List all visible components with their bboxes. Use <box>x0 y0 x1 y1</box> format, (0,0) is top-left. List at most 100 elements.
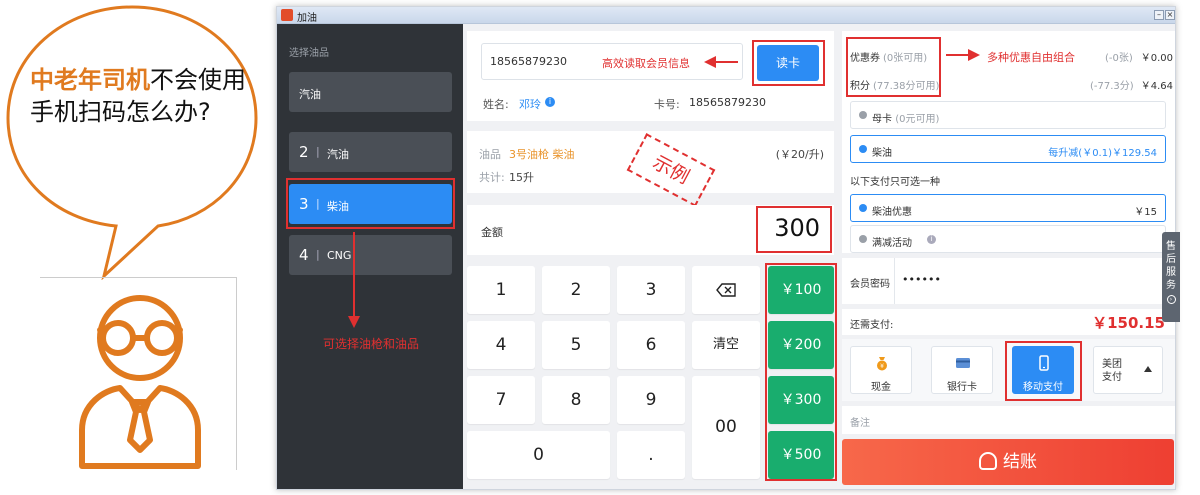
fuel-item-num: 2 <box>299 143 309 161</box>
password-label: 会员密码 <box>850 279 890 290</box>
clear-key[interactable]: 清空 <box>692 321 760 369</box>
checkout-button[interactable]: 结账 <box>842 439 1174 485</box>
divider <box>894 258 895 304</box>
option-value: ￥15 <box>1134 207 1157 218</box>
card-no-value: 18565879230 <box>689 96 766 109</box>
info-icon[interactable]: i <box>545 97 555 107</box>
backspace-icon <box>716 283 736 297</box>
stage: 中老年司机不会使用手机扫码怎么办? 加油 – × 选择油品 汽油 2 | 汽油 … <box>0 0 1200 495</box>
checkout-icon <box>979 452 997 470</box>
after-sales-tab[interactable]: 售 后 服 务 › <box>1162 232 1180 322</box>
cash-bag-icon: ¥ <box>877 357 887 371</box>
fuel-highlight-box <box>286 178 455 229</box>
service-tab-char: 务 <box>1166 280 1176 291</box>
fuel-info-label: 油品 <box>479 148 501 161</box>
key-6[interactable]: 6 <box>617 321 685 369</box>
due-value: ￥150.15 <box>1092 314 1165 332</box>
key-2[interactable]: 2 <box>542 266 610 314</box>
radio-icon <box>859 111 867 119</box>
points-amount: ￥4.64 <box>1140 81 1173 92</box>
fuel-panel: 选择油品 汽油 2 | 汽油 3 | 柴油 4 | CNG 可选择油枪和油品 <box>277 24 463 489</box>
title-bar: 加油 – × <box>277 7 1175 24</box>
fuel-total-value: 15升 <box>509 171 534 184</box>
due-row: 还需支付: ￥150.15 <box>842 309 1175 335</box>
svg-text:¥: ¥ <box>880 363 884 370</box>
option-value: 每升减(￥0.1)￥129.54 <box>1048 148 1157 159</box>
option-label: 母卡 (0元可用) <box>872 114 940 125</box>
option-diesel-card[interactable]: 柴油 每升减(￥0.1)￥129.54 <box>850 135 1166 163</box>
option-label: 柴油优惠 <box>872 207 912 218</box>
exclusive-caption: 以下支付只可选一种 <box>850 177 940 188</box>
member-phone-value: 18565879230 <box>490 55 567 68</box>
backspace-key[interactable] <box>692 266 760 314</box>
key-dot[interactable]: . <box>617 431 685 479</box>
meituan-label: 美团 支付 <box>1102 359 1122 383</box>
member-name-label: 姓名: <box>483 98 509 111</box>
speech-bubble <box>6 5 258 280</box>
remark-row: 备注 <box>842 406 1175 434</box>
amount-label: 金额 <box>481 226 503 239</box>
due-label: 还需支付: <box>850 320 894 331</box>
driver-avatar-icon <box>79 295 201 469</box>
fuel-item-sep: | <box>316 145 320 158</box>
fuel-item-1[interactable]: 汽油 <box>289 72 452 112</box>
option-label: 满减活动 <box>872 238 912 249</box>
service-tab-char: 服 <box>1166 267 1176 278</box>
pay-bankcard-button[interactable]: 银行卡 <box>931 346 993 394</box>
member-card: 18565879230 高效读取会员信息 读卡 姓名: 邓玲 i 卡号: 185… <box>467 31 834 121</box>
amount-card: 金额 300 <box>467 205 834 255</box>
radio-icon <box>859 145 867 153</box>
remark-input[interactable]: 备注 <box>850 414 870 429</box>
bubble-text: 中老年司机不会使用手机扫码怎么办? <box>30 64 255 128</box>
bubble-highlight: 中老年司机 <box>30 66 150 94</box>
mobile-pay-highlight-box <box>1005 341 1082 401</box>
option-full-reduction[interactable]: 满减活动 i <box>850 225 1166 253</box>
key-0[interactable]: 0 <box>467 431 610 479</box>
key-00[interactable]: 00 <box>692 376 760 479</box>
pay-meituan-button[interactable]: 美团 支付 <box>1093 346 1163 394</box>
member-name-value: 邓玲 <box>519 98 541 111</box>
option-diesel-promo[interactable]: 柴油优惠 ￥15 <box>850 194 1166 222</box>
discount-annotation: 多种优惠自由组合 <box>987 51 1075 64</box>
read-card-highlight-box <box>752 40 825 86</box>
fuel-annotation: 可选择油枪和油品 <box>323 337 420 351</box>
payment-methods: ¥ 现金 银行卡 移动支付 美团 支付 <box>842 339 1175 401</box>
key-8[interactable]: 8 <box>542 376 610 424</box>
pay-cash-button[interactable]: ¥ 现金 <box>850 346 912 394</box>
key-3[interactable]: 3 <box>617 266 685 314</box>
fuel-pos-window: 加油 – × 选择油品 汽油 2 | 汽油 3 | 柴油 4 | CNG 可选择… <box>276 6 1176 490</box>
points-deduct: (-77.3分) <box>1090 81 1134 92</box>
member-annotation: 高效读取会员信息 <box>602 57 690 70</box>
app-logo-icon <box>281 9 293 21</box>
member-phone-input[interactable]: 18565879230 高效读取会员信息 <box>481 43 743 80</box>
key-7[interactable]: 7 <box>467 376 535 424</box>
minimize-icon[interactable]: – <box>1154 10 1164 20</box>
radio-icon <box>859 204 867 212</box>
fuel-item-2[interactable]: 2 | 汽油 <box>289 132 452 172</box>
caret-up-icon[interactable] <box>1144 366 1152 372</box>
arrow-left-icon <box>704 56 738 68</box>
checkout-label: 结账 <box>1003 452 1037 472</box>
arrow-right-icon <box>946 49 980 61</box>
key-5[interactable]: 5 <box>542 321 610 369</box>
close-icon[interactable]: × <box>1165 10 1175 20</box>
coupon-deduct: (-0张) <box>1105 53 1133 64</box>
password-input[interactable]: •••••• <box>902 273 941 286</box>
key-4[interactable]: 4 <box>467 321 535 369</box>
password-row: 会员密码 •••••• <box>842 258 1175 304</box>
card-no-label: 卡号: <box>654 98 680 111</box>
fuel-panel-caption: 选择油品 <box>289 48 329 59</box>
window-title: 加油 <box>297 13 317 24</box>
info-icon[interactable]: i <box>927 235 936 244</box>
fuel-item-4[interactable]: 4 | CNG <box>289 235 452 275</box>
pay-label: 银行卡 <box>947 382 977 393</box>
option-mother-card[interactable]: 母卡 (0元可用) <box>850 101 1166 129</box>
amount-highlight-box <box>756 206 832 253</box>
key-9[interactable]: 9 <box>617 376 685 424</box>
fuel-item-name: 汽油 <box>327 148 349 161</box>
fuel-item-sep: | <box>316 248 320 261</box>
expand-icon: › <box>1166 295 1176 304</box>
key-1[interactable]: 1 <box>467 266 535 314</box>
discount-highlight-box <box>846 37 941 97</box>
discount-panel: 优惠券 (0张可用) (-0张) ￥0.00 积分 (77.38分可用) (-7… <box>842 31 1175 253</box>
